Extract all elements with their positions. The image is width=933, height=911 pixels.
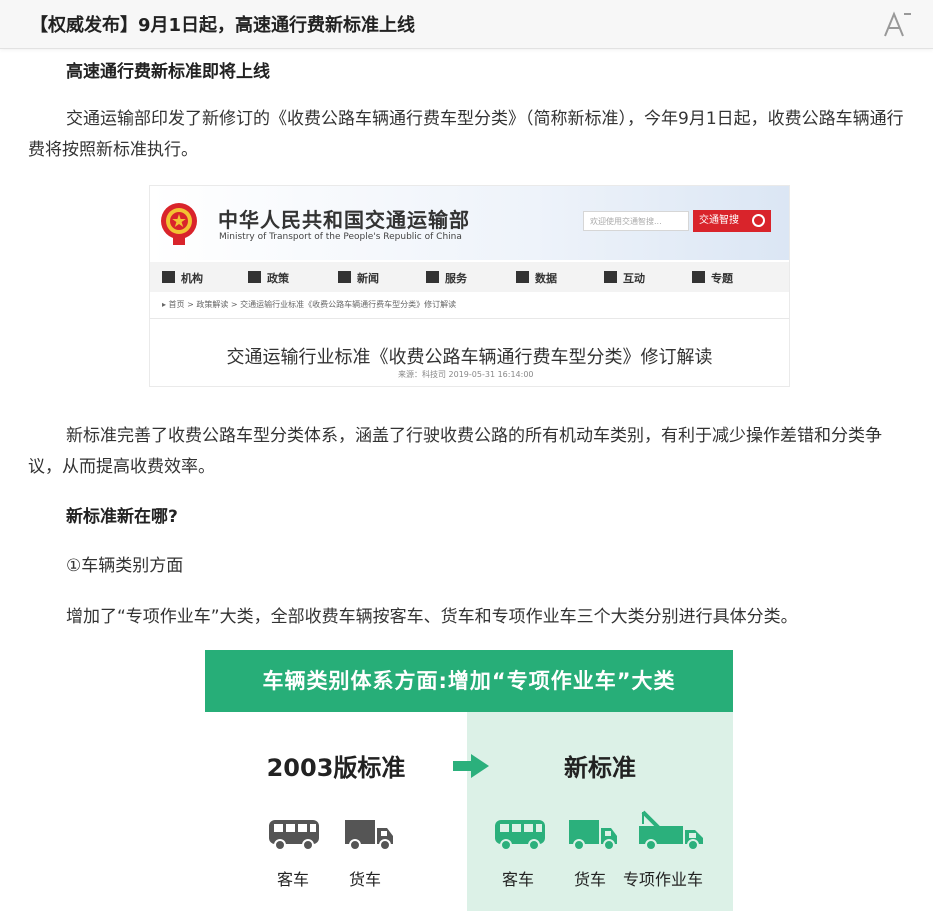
vehicle-category-infographic: 车辆类别体系方面:增加“专项作业车”大类 2003版标准 新标准 客车 货车 客… — [205, 650, 733, 911]
old-truck-label: 货车 — [349, 870, 382, 889]
point-label: ①车辆类别方面 — [66, 556, 184, 576]
paragraph: 交通运输部印发了新修订的《收费公路车辆通行费车型分类》（简称新标准），今年9月1… — [28, 109, 904, 160]
paragraph: 新标准完善了收费公路车型分类体系，涵盖了行驶收费公路的所有机动车类别，有利于减少… — [28, 426, 882, 477]
new-truck-label: 货车 — [574, 870, 607, 889]
doc-title: 交通运输行业标准《收费公路车辆通行费车型分类》修订解读 — [226, 347, 713, 368]
nav-label: 政策 — [267, 272, 289, 285]
bar-chart-icon — [516, 271, 529, 283]
section-heading: 高速通行费新标准即将上线 — [66, 62, 270, 82]
new-special-vehicle-label: 专项作业车 — [623, 870, 704, 889]
search-icon — [752, 214, 765, 227]
new-bus-label: 客车 — [502, 870, 535, 889]
tow-truck-icon — [639, 810, 703, 851]
chat-icon — [604, 271, 617, 283]
ministry-name-cn: 中华人民共和国交通运输部 — [218, 208, 470, 232]
doc-header: 交通运输行业标准《收费公路车辆通行费车型分类》修订解读 来源：科技司 2019-… — [150, 318, 789, 386]
breadcrumb: ▸ 首页 > 政策解读 > 交通运输行业标准《收费公路车辆通行费车型分类》修订解… — [162, 300, 457, 309]
nav-item-policy: 政策 — [248, 270, 289, 286]
nav-label: 新闻 — [357, 272, 379, 285]
bus-icon — [269, 820, 319, 851]
nav-label: 专题 — [711, 272, 733, 285]
ministry-page-image: 中华人民共和国交通运输部 Ministry of Transport of th… — [149, 185, 790, 387]
nav-item-interaction: 互动 — [604, 270, 645, 286]
nav-item-institution: 机构 — [162, 270, 203, 286]
nav-item-data: 数据 — [516, 270, 557, 286]
new-standard-title: 新标准 — [564, 754, 636, 782]
paragraph: 增加了“专项作业车”大类，全部收费车辆按客车、货车和专项作业车三个大类分别进行具… — [66, 607, 798, 627]
nav-label: 数据 — [535, 272, 557, 285]
search-button-label: 交通智搜 — [699, 215, 739, 226]
folder-icon — [248, 271, 261, 283]
nav-label: 互动 — [623, 272, 645, 285]
ministry-nav: 机构 政策 新闻 服务 数据 互动 专题 — [150, 262, 789, 292]
image-icon — [692, 271, 705, 283]
article-title: 【权威发布】9月1日起，高速通行费新标准上线 — [30, 15, 416, 36]
search-input: 欢迎使用交通智搜... — [583, 211, 689, 231]
old-standard-title: 2003版标准 — [266, 754, 406, 782]
national-emblem-icon — [161, 203, 197, 245]
truck-icon — [345, 820, 393, 851]
old-bus-label: 客车 — [277, 870, 310, 889]
monitor-icon — [426, 271, 439, 283]
old-standard-panel — [205, 712, 467, 911]
nav-label: 服务 — [445, 272, 467, 285]
nav-label: 机构 — [181, 272, 203, 285]
truck-icon — [569, 820, 617, 851]
arrow-right-icon — [453, 754, 489, 778]
bus-icon — [495, 820, 545, 851]
title-bar: 【权威发布】9月1日起，高速通行费新标准上线 — [0, 0, 933, 49]
nav-item-news: 新闻 — [338, 270, 379, 286]
institution-icon — [162, 271, 175, 283]
nav-item-topics: 专题 — [692, 270, 733, 286]
ministry-name-en: Ministry of Transport of the People's Re… — [219, 232, 462, 242]
section-heading: 新标准新在哪? — [66, 507, 178, 527]
nav-item-service: 服务 — [426, 270, 467, 286]
calendar-icon — [338, 271, 351, 283]
doc-meta: 来源：科技司 2019-05-31 16:14:00 — [398, 370, 534, 379]
search-button: 交通智搜 — [693, 210, 771, 232]
font-size-icon[interactable] — [881, 8, 913, 40]
infographic-banner: 车辆类别体系方面:增加“专项作业车”大类 — [205, 650, 733, 712]
